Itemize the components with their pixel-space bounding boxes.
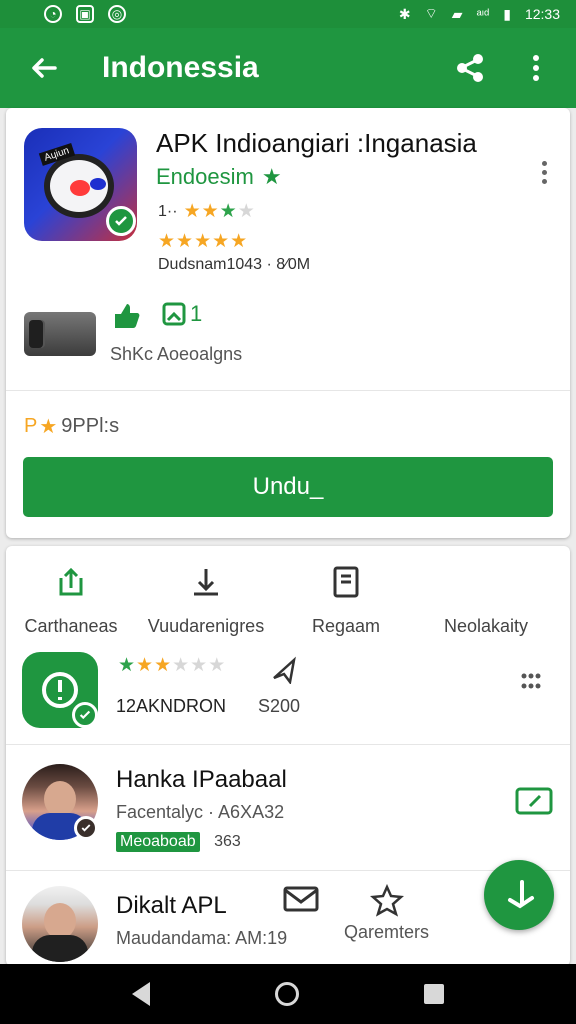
tab-more[interactable]: Neolakaity bbox=[416, 562, 556, 654]
overflow-menu-button[interactable] bbox=[512, 44, 560, 92]
badge-value: 363 bbox=[214, 833, 241, 850]
list-item-subtitle: Maudandama: AM:19 bbox=[116, 928, 288, 948]
more-vertical-icon bbox=[533, 55, 539, 81]
rating-row: 1·· ★★★★ bbox=[158, 200, 256, 223]
tab-download-label: Vuudarenigres bbox=[147, 616, 265, 636]
status-bar: ◔ ▣ ◎ ✱ ⌔ ▰ ᵃᶦᵈ ▮ 12:33 bbox=[0, 0, 576, 28]
back-nav-icon[interactable] bbox=[132, 982, 151, 1006]
action-tabs: Carthaneas Vuudarenigres Regaam Neolakai… bbox=[6, 562, 570, 654]
recents-nav-icon[interactable] bbox=[423, 984, 444, 1004]
signal-text: ᵃᶦᵈ bbox=[476, 6, 490, 22]
wifi-icon: ⌔ bbox=[424, 5, 438, 21]
arrow-left-icon bbox=[32, 58, 57, 78]
grid-more-icon[interactable] bbox=[520, 672, 542, 699]
list-item-title: Dikalt APL bbox=[116, 892, 227, 919]
verified-check-icon bbox=[72, 702, 98, 728]
status-badge: Meoaboab bbox=[116, 832, 200, 852]
verified-check-icon bbox=[74, 816, 98, 840]
list-item[interactable]: ★★★★★★ 12AKNDRON S200 bbox=[6, 650, 570, 746]
developer-label: Endoesim bbox=[156, 164, 254, 189]
share-icon bbox=[53, 562, 89, 602]
developer-name[interactable]: Endoesim ★ bbox=[156, 164, 282, 190]
bluetooth-icon: ✱ bbox=[398, 5, 411, 22]
thumbs-up-icon[interactable] bbox=[110, 300, 140, 335]
app-details-card: Aɥiun APK Indioangiari :Inganasia Endoes… bbox=[6, 108, 570, 538]
back-button[interactable] bbox=[24, 48, 64, 88]
device-thumbnail bbox=[24, 312, 96, 356]
app-bar: Indonessia bbox=[0, 28, 576, 108]
app-meta: Dudsnam1043 · 8⁄0M bbox=[158, 256, 311, 273]
app-icon[interactable]: Aɥiun bbox=[24, 128, 137, 241]
tab-share-label: Carthaneas bbox=[24, 616, 118, 636]
status-notification-icon: ◎ bbox=[108, 5, 126, 23]
list-item-size: S200 bbox=[258, 696, 301, 716]
divider bbox=[6, 390, 570, 391]
bottom-actions: Qaremters bbox=[282, 884, 429, 943]
home-nav-icon[interactable] bbox=[274, 982, 299, 1006]
verified-check-icon bbox=[106, 206, 136, 236]
star-icon: ★ bbox=[261, 164, 282, 189]
share-icon bbox=[457, 54, 483, 82]
screenshot-count-text: 1 bbox=[190, 301, 203, 326]
image-icon bbox=[162, 302, 186, 326]
app-more-button[interactable] bbox=[540, 161, 548, 184]
rating-stars: ★★★★ bbox=[183, 201, 256, 222]
battery-icon: ▮ bbox=[503, 5, 511, 22]
favorite-button[interactable]: Qaremters bbox=[344, 884, 429, 943]
tab-document[interactable]: Regaam bbox=[276, 562, 416, 654]
system-nav-bar bbox=[0, 964, 576, 1024]
screenshots-count[interactable]: 1 bbox=[160, 300, 202, 328]
star-outline-icon bbox=[369, 884, 404, 917]
list-item-subtitle: Facentalyc · A6XA32 bbox=[116, 802, 285, 822]
divider bbox=[6, 870, 570, 871]
action-icon bbox=[508, 880, 534, 909]
tab-share[interactable]: Carthaneas bbox=[6, 562, 136, 654]
page-title: Indonessia bbox=[102, 51, 259, 84]
shield-icon bbox=[22, 652, 98, 728]
list-item-title: Hanka IPaabaal bbox=[116, 766, 287, 793]
list-item-name: 12AKNDRON bbox=[116, 696, 227, 716]
install-button-label: Undu_ bbox=[252, 473, 324, 500]
app-name: APK Indioangiari :Inganasia bbox=[156, 128, 477, 158]
reviews-text: ShKc Aoeoalgns bbox=[110, 344, 243, 364]
favorite-label: Qaremters bbox=[344, 922, 430, 942]
install-button[interactable]: Undu_ bbox=[23, 457, 553, 517]
avatar bbox=[22, 886, 98, 962]
document-icon bbox=[329, 562, 363, 602]
download-icon bbox=[188, 562, 224, 602]
price-text: 9PPl:s bbox=[61, 415, 120, 437]
list-item[interactable]: Hanka IPaabaal Facentalyc · A6XA32 Meoab… bbox=[6, 762, 570, 862]
mail-icon[interactable] bbox=[282, 884, 320, 919]
status-app-icon: ◔ bbox=[44, 5, 62, 23]
rating-stars-full: ★★★★★ bbox=[158, 231, 249, 252]
rating-prefix: 1·· bbox=[158, 202, 178, 220]
price-prefix: P bbox=[24, 415, 38, 437]
price-row: P ★ 9PPl:s bbox=[24, 414, 119, 439]
status-gallery-icon: ▣ bbox=[76, 5, 94, 23]
floating-action-button[interactable] bbox=[484, 860, 554, 930]
tab-more-label: Neolakaity bbox=[443, 616, 529, 636]
signal-icon: ▰ bbox=[451, 5, 463, 22]
divider bbox=[6, 744, 570, 745]
share-button[interactable] bbox=[446, 44, 494, 92]
message-icon[interactable] bbox=[514, 786, 554, 821]
app-icon-face bbox=[44, 154, 114, 218]
tab-download[interactable]: Vuudarenigres bbox=[136, 562, 276, 654]
navigation-icon bbox=[268, 652, 300, 689]
clock: 12:33 bbox=[524, 6, 560, 22]
list-item-rating: ★★★★★★ bbox=[118, 655, 227, 676]
price-star-icon: ★ bbox=[39, 416, 58, 438]
tab-document-label: Regaam bbox=[311, 616, 381, 636]
